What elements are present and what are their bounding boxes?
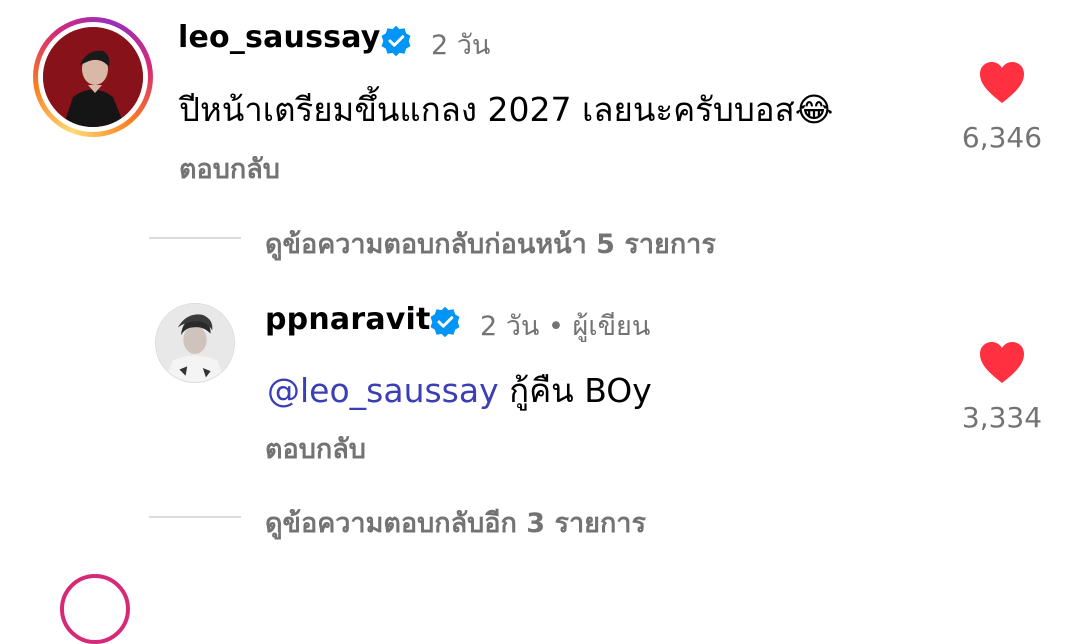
commenter-username[interactable]: leo_saussay	[178, 20, 381, 55]
reply-text: @leo_saussay กู้คืน BOy	[267, 364, 652, 417]
reply-body: กู้คืน BOy	[498, 371, 652, 410]
divider-line	[149, 237, 241, 239]
reply-author-avatar[interactable]	[155, 303, 235, 383]
commenter-avatar[interactable]	[33, 17, 153, 137]
verified-badge-icon	[381, 25, 411, 57]
divider-line	[149, 516, 241, 518]
mention-link[interactable]: @leo_saussay	[267, 371, 499, 410]
author-label: ผู้เขียน	[572, 311, 651, 342]
comment-timestamp: 2 วัน	[431, 30, 491, 61]
avatar-photo	[156, 304, 234, 382]
laughing-emoji-icon: 😂	[794, 90, 834, 129]
reply-button[interactable]: ตอบกลับ	[179, 147, 280, 190]
reply-button[interactable]: ตอบกลับ	[265, 427, 366, 470]
like-count: 6,346	[961, 121, 1043, 154]
view-more-replies-link[interactable]: ดูข้อความตอบกลับอีก 3 รายการ	[265, 501, 646, 544]
comment-body: ปีหน้าเตรียมขึ้นแกลง 2027 เลยนะครับบอส	[179, 90, 795, 129]
like-heart-icon[interactable]	[978, 61, 1026, 105]
reply-timestamp: 2 วัน	[480, 311, 540, 342]
reply-meta: 2 วัน • ผู้เขียน	[480, 304, 650, 347]
view-previous-replies-link[interactable]: ดูข้อความตอบกลับก่อนหน้า 5 รายการ	[265, 222, 716, 265]
like-count: 3,334	[961, 401, 1043, 434]
meta-separator: •	[547, 311, 564, 342]
reply-author-username[interactable]: ppnaravit	[265, 302, 431, 337]
verified-badge-icon	[430, 306, 460, 338]
comment-text: ปีหน้าเตรียมขึ้นแกลง 2027 เลยนะครับบอส😂	[179, 83, 833, 136]
like-heart-icon[interactable]	[978, 341, 1026, 385]
avatar-photo	[43, 27, 143, 127]
next-commenter-avatar[interactable]	[60, 574, 130, 644]
